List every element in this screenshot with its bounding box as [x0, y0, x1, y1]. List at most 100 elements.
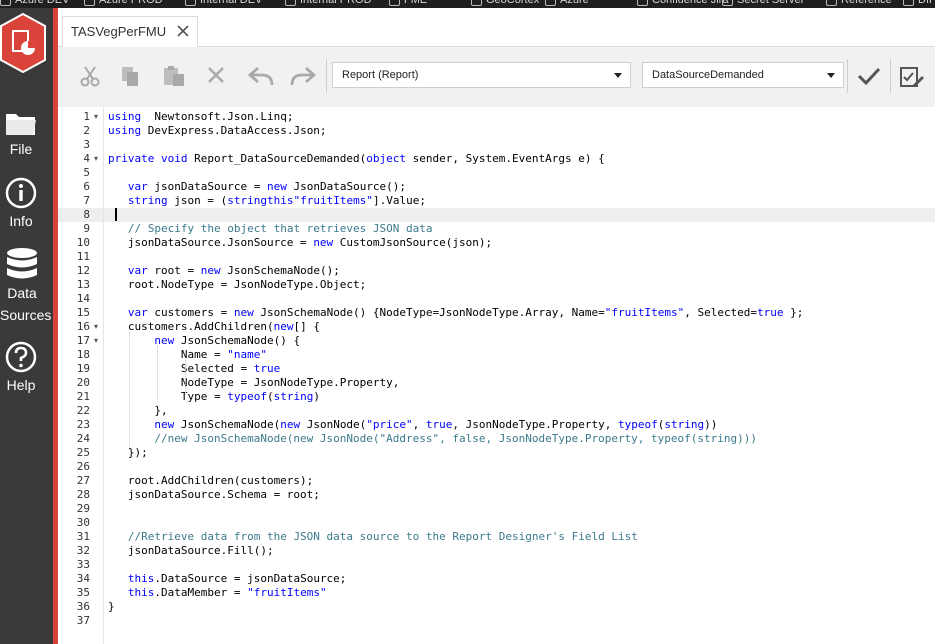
code-keyword: typeof	[227, 390, 267, 403]
line-number: 11	[76, 250, 90, 263]
redo-icon[interactable]	[290, 65, 317, 91]
code-editor[interactable]: 1 ▾ using Newtonsoft.Json.Linq; 2 using DevE…	[58, 107, 935, 644]
code-keyword: this	[127, 572, 155, 585]
check-icon[interactable]	[857, 66, 881, 90]
code-line[interactable]: 17 ▾ new JsonSchemaNode() {	[58, 334, 935, 348]
bookmark-folder-icon	[471, 0, 482, 6]
code-line[interactable]: 16 ▾ customers.AddChildren(new[] {	[58, 320, 935, 334]
code-line[interactable]: 10 jsonDataSource.JsonSource = new Custo…	[58, 236, 935, 250]
code-line[interactable]: 37	[58, 614, 935, 628]
code-text: var jsonDataSource = new JsonDataSource(…	[108, 180, 406, 194]
delete-icon[interactable]	[206, 65, 226, 89]
bookmark-item[interactable]: Internal DEV	[185, 0, 262, 6]
validate-icon[interactable]	[899, 65, 925, 93]
bookmark-folder-icon	[722, 0, 733, 6]
code-line[interactable]: 30	[58, 516, 935, 530]
line-number: 35	[76, 586, 90, 599]
code-keyword: string	[227, 194, 267, 207]
close-icon[interactable]	[175, 23, 191, 43]
code-line[interactable]: 27 root.AddChildren(customers);	[58, 474, 935, 488]
code-line[interactable]: 23 new JsonSchemaNode(new JsonNode("pric…	[58, 418, 935, 432]
code-line[interactable]: 24 //new JsonSchemaNode(new JsonNode("Ad…	[58, 432, 935, 446]
code-line[interactable]: 6 var jsonDataSource = new JsonDataSourc…	[58, 180, 935, 194]
code-line[interactable]: 21 Type = typeof(string)	[58, 390, 935, 404]
code-line[interactable]: 7 string json = (stringthis"fruitItems"]…	[58, 194, 935, 208]
code-line[interactable]: 14	[58, 292, 935, 306]
bookmark-item[interactable]: DIPEM	[903, 0, 935, 6]
bookmark-folder-icon	[545, 0, 556, 6]
cut-icon[interactable]	[79, 65, 101, 91]
code-text: jsonDataSource.JsonSource = new CustomJs…	[108, 236, 492, 250]
code-keyword: new	[266, 180, 287, 193]
code-line[interactable]: 20 NodeType = JsonNodeType.Property,	[58, 376, 935, 390]
code-line[interactable]: 35 this.DataMember = "fruitItems"	[58, 586, 935, 600]
code-token: , Selected=	[684, 306, 758, 319]
fold-toggle-icon[interactable]: ▾	[94, 110, 98, 124]
code-comment: //Retrieve data from the JSON data sourc…	[127, 530, 638, 543]
sidebar-item-file[interactable]: File	[0, 108, 42, 160]
code-text: Name = "name"	[108, 348, 267, 362]
code-line[interactable]: 5	[58, 166, 935, 180]
bookmark-item[interactable]: Internal PROD	[285, 0, 372, 6]
bookmark-item[interactable]: Azure PROD	[84, 0, 163, 6]
fold-toggle-icon[interactable]: ▾	[94, 152, 98, 166]
bookmark-item[interactable]: FME	[389, 0, 427, 6]
paste-icon[interactable]	[162, 65, 186, 91]
bookmark-item[interactable]: Azure	[545, 0, 589, 6]
code-string: "fruitItems"	[293, 194, 373, 207]
fold-toggle-icon[interactable]: ▾	[94, 334, 98, 348]
code-line[interactable]: 12 var root = new JsonSchemaNode();	[58, 264, 935, 278]
undo-icon[interactable]	[247, 65, 274, 91]
bookmark-item[interactable]: Secret Server	[722, 0, 804, 6]
fold-toggle-icon[interactable]: ▾	[94, 320, 98, 334]
app-logo[interactable]	[0, 8, 47, 74]
copy-icon[interactable]	[119, 65, 141, 91]
event-select[interactable]: DataSourceDemanded	[642, 62, 844, 88]
line-number: 4	[83, 152, 90, 165]
object-select[interactable]: Report (Report)	[332, 62, 631, 88]
line-number: 20	[76, 376, 90, 389]
code-line[interactable]: 4 ▾ private void Report_DataSourceDemanded…	[58, 152, 935, 166]
code-text: using DevExpress.DataAccess.Json;	[108, 124, 327, 138]
line-number: 29	[76, 502, 90, 515]
tab-bar: TASVegPerFMU	[58, 8, 935, 48]
code-line[interactable]: 26	[58, 460, 935, 474]
code-line[interactable]: 8	[58, 208, 935, 222]
code-line[interactable]: 9 // Specify the object that retrieves J…	[58, 222, 935, 236]
code-line[interactable]: 15 var customers = new JsonSchemaNode() …	[58, 306, 935, 320]
sidebar-item-help[interactable]: Help	[0, 340, 42, 396]
indent-guide	[129, 332, 130, 450]
code-line[interactable]: 31 //Retrieve data from the JSON data so…	[58, 530, 935, 544]
code-line[interactable]: 2 using DevExpress.DataAccess.Json;	[58, 124, 935, 138]
code-line[interactable]: 36}	[58, 600, 935, 614]
code-token: customers.AddChildren(	[108, 320, 274, 333]
code-text: });	[108, 446, 148, 460]
tab-tasvegperfmu[interactable]: TASVegPerFMU	[62, 16, 198, 48]
code-line[interactable]: 25 });	[58, 446, 935, 460]
bookmark-item[interactable]: Confluence Jira	[637, 0, 728, 6]
code-line[interactable]: 28 jsonDataSource.Schema = root;	[58, 488, 935, 502]
bookmark-item[interactable]: GeoCortex	[471, 0, 539, 6]
code-line[interactable]: 22 },	[58, 404, 935, 418]
code-line[interactable]: 19 Selected = true	[58, 362, 935, 376]
code-line[interactable]: 33	[58, 558, 935, 572]
bookmark-item[interactable]: Azure DEV	[0, 0, 69, 6]
sidebar-item-info[interactable]: Info	[0, 176, 42, 232]
code-line[interactable]: 34 this.DataSource = jsonDataSource;	[58, 572, 935, 586]
code-line[interactable]: 32 jsonDataSource.Fill();	[58, 544, 935, 558]
code-text: var customers = new JsonSchemaNode() {No…	[108, 306, 804, 320]
code-line[interactable]: 18 Name = "name"	[58, 348, 935, 362]
line-number: 6	[83, 180, 90, 193]
code-token: json = (	[167, 194, 228, 207]
code-token: jsonDataSource =	[147, 180, 267, 193]
sidebar-item-data-sources[interactable]: Data Sources	[0, 246, 51, 326]
code-line[interactable]: 11	[58, 250, 935, 264]
code-keyword: string	[127, 194, 168, 207]
code-line[interactable]: 29	[58, 502, 935, 516]
code-line[interactable]: 13 root.NodeType = JsonNodeType.Object;	[58, 278, 935, 292]
code-line[interactable]: 1 ▾ using Newtonsoft.Json.Linq;	[58, 110, 935, 124]
code-line[interactable]: 3	[58, 138, 935, 152]
bookmark-item[interactable]: Reference	[826, 0, 892, 6]
code-keyword: using	[108, 124, 142, 137]
